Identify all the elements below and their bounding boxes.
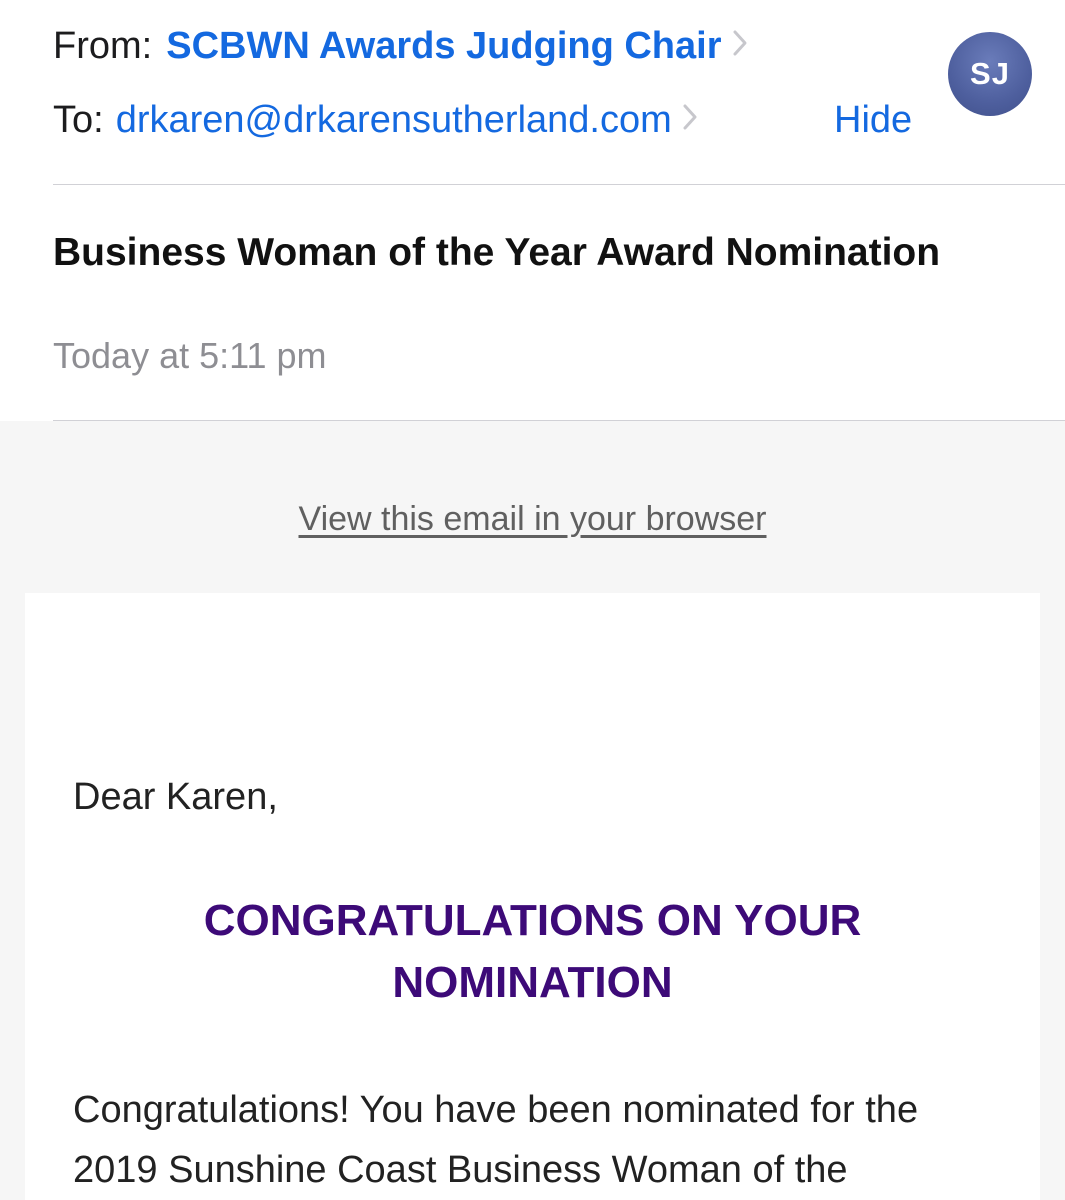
chevron-right-icon[interactable] [682,97,698,141]
chevron-right-icon[interactable] [732,23,748,67]
email-subject: Business Woman of the Year Award Nominat… [53,231,941,274]
to-row: To: drkaren@drkarensutherland.com [53,98,698,142]
from-row: From: SCBWN Awards Judging Chair [53,24,748,68]
email-headline: CONGRATULATIONS ON YOUR NOMINATION [203,896,862,1007]
from-label: From: [53,25,153,67]
email-greeting: Dear Karen, [73,776,278,818]
recipient-link[interactable]: drkaren@drkarensutherland.com [116,99,672,141]
email-date: Today at 5:11 pm [53,335,327,376]
email-body-text: Congratulations! You have been nominated… [73,1089,919,1191]
hide-details-button[interactable]: Hide [834,98,912,142]
sender-name-link[interactable]: SCBWN Awards Judging Chair [166,25,721,67]
email-header: From: SCBWN Awards Judging Chair To: drkar… [0,0,1065,422]
to-label: To: [53,99,104,141]
view-in-browser-link[interactable]: View this email in your browser [0,497,1065,541]
divider [53,184,1065,185]
email-viewer: From: SCBWN Awards Judging Chair To: drkar… [0,0,1065,1200]
avatar[interactable]: SJ [948,32,1032,116]
